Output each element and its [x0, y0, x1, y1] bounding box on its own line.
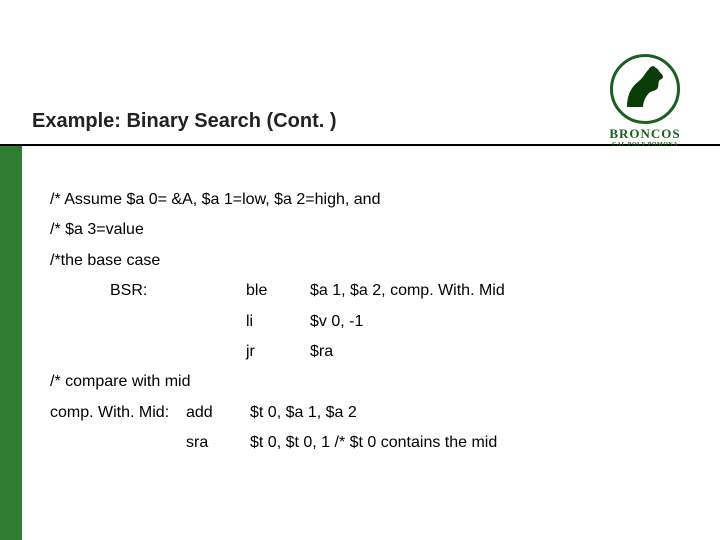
- code-args: $t 0, $a 1, $a 2: [250, 398, 503, 428]
- code-op: li: [246, 307, 310, 337]
- logo-text-calpoly: CAL POLY POMONA: [600, 142, 690, 148]
- code-line: /* $a 3=value: [50, 215, 690, 245]
- slide-title: Example: Binary Search (Cont. ): [32, 110, 337, 133]
- broncos-logo: BRONCOS CAL POLY POMONA: [600, 54, 690, 148]
- code-label: [50, 428, 186, 458]
- code-op: add: [186, 398, 250, 428]
- code-op: jr: [246, 337, 310, 367]
- logo-circle: [610, 54, 680, 124]
- code-args: $v 0, -1: [310, 307, 511, 337]
- code-op: sra: [186, 428, 250, 458]
- code-args: $a 1, $a 2, comp. With. Mid: [310, 276, 511, 306]
- code-label: [110, 307, 246, 337]
- code-args: $t 0, $t 0, 1 /* $t 0 contains the mid: [250, 428, 503, 458]
- code-op: ble: [246, 276, 310, 306]
- code-label: comp. With. Mid:: [50, 398, 186, 428]
- code-label: [110, 337, 246, 367]
- code-block: comp. With. Mid: add $t 0, $a 1, $a 2 sr…: [50, 398, 503, 459]
- code-row: BSR: ble $a 1, $a 2, comp. With. Mid: [110, 276, 511, 306]
- code-label: BSR:: [110, 276, 246, 306]
- code-content: /* Assume $a 0= &A, $a 1=low, $a 2=high,…: [50, 185, 690, 459]
- horse-icon: [619, 63, 669, 113]
- logo-text-broncos: BRONCOS: [600, 126, 690, 142]
- code-args: $ra: [310, 337, 511, 367]
- code-row: li $v 0, -1: [110, 307, 511, 337]
- slide: Example: Binary Search (Cont. ) BRONCOS …: [0, 0, 720, 540]
- code-line: /* compare with mid: [50, 367, 690, 397]
- code-line: /*the base case: [50, 246, 690, 276]
- code-row: jr $ra: [110, 337, 511, 367]
- left-accent-bar: [0, 144, 22, 540]
- code-row: sra $t 0, $t 0, 1 /* $t 0 contains the m…: [50, 428, 503, 458]
- code-block: BSR: ble $a 1, $a 2, comp. With. Mid li …: [110, 276, 511, 367]
- code-row: comp. With. Mid: add $t 0, $a 1, $a 2: [50, 398, 503, 428]
- code-line: /* Assume $a 0= &A, $a 1=low, $a 2=high,…: [50, 185, 690, 215]
